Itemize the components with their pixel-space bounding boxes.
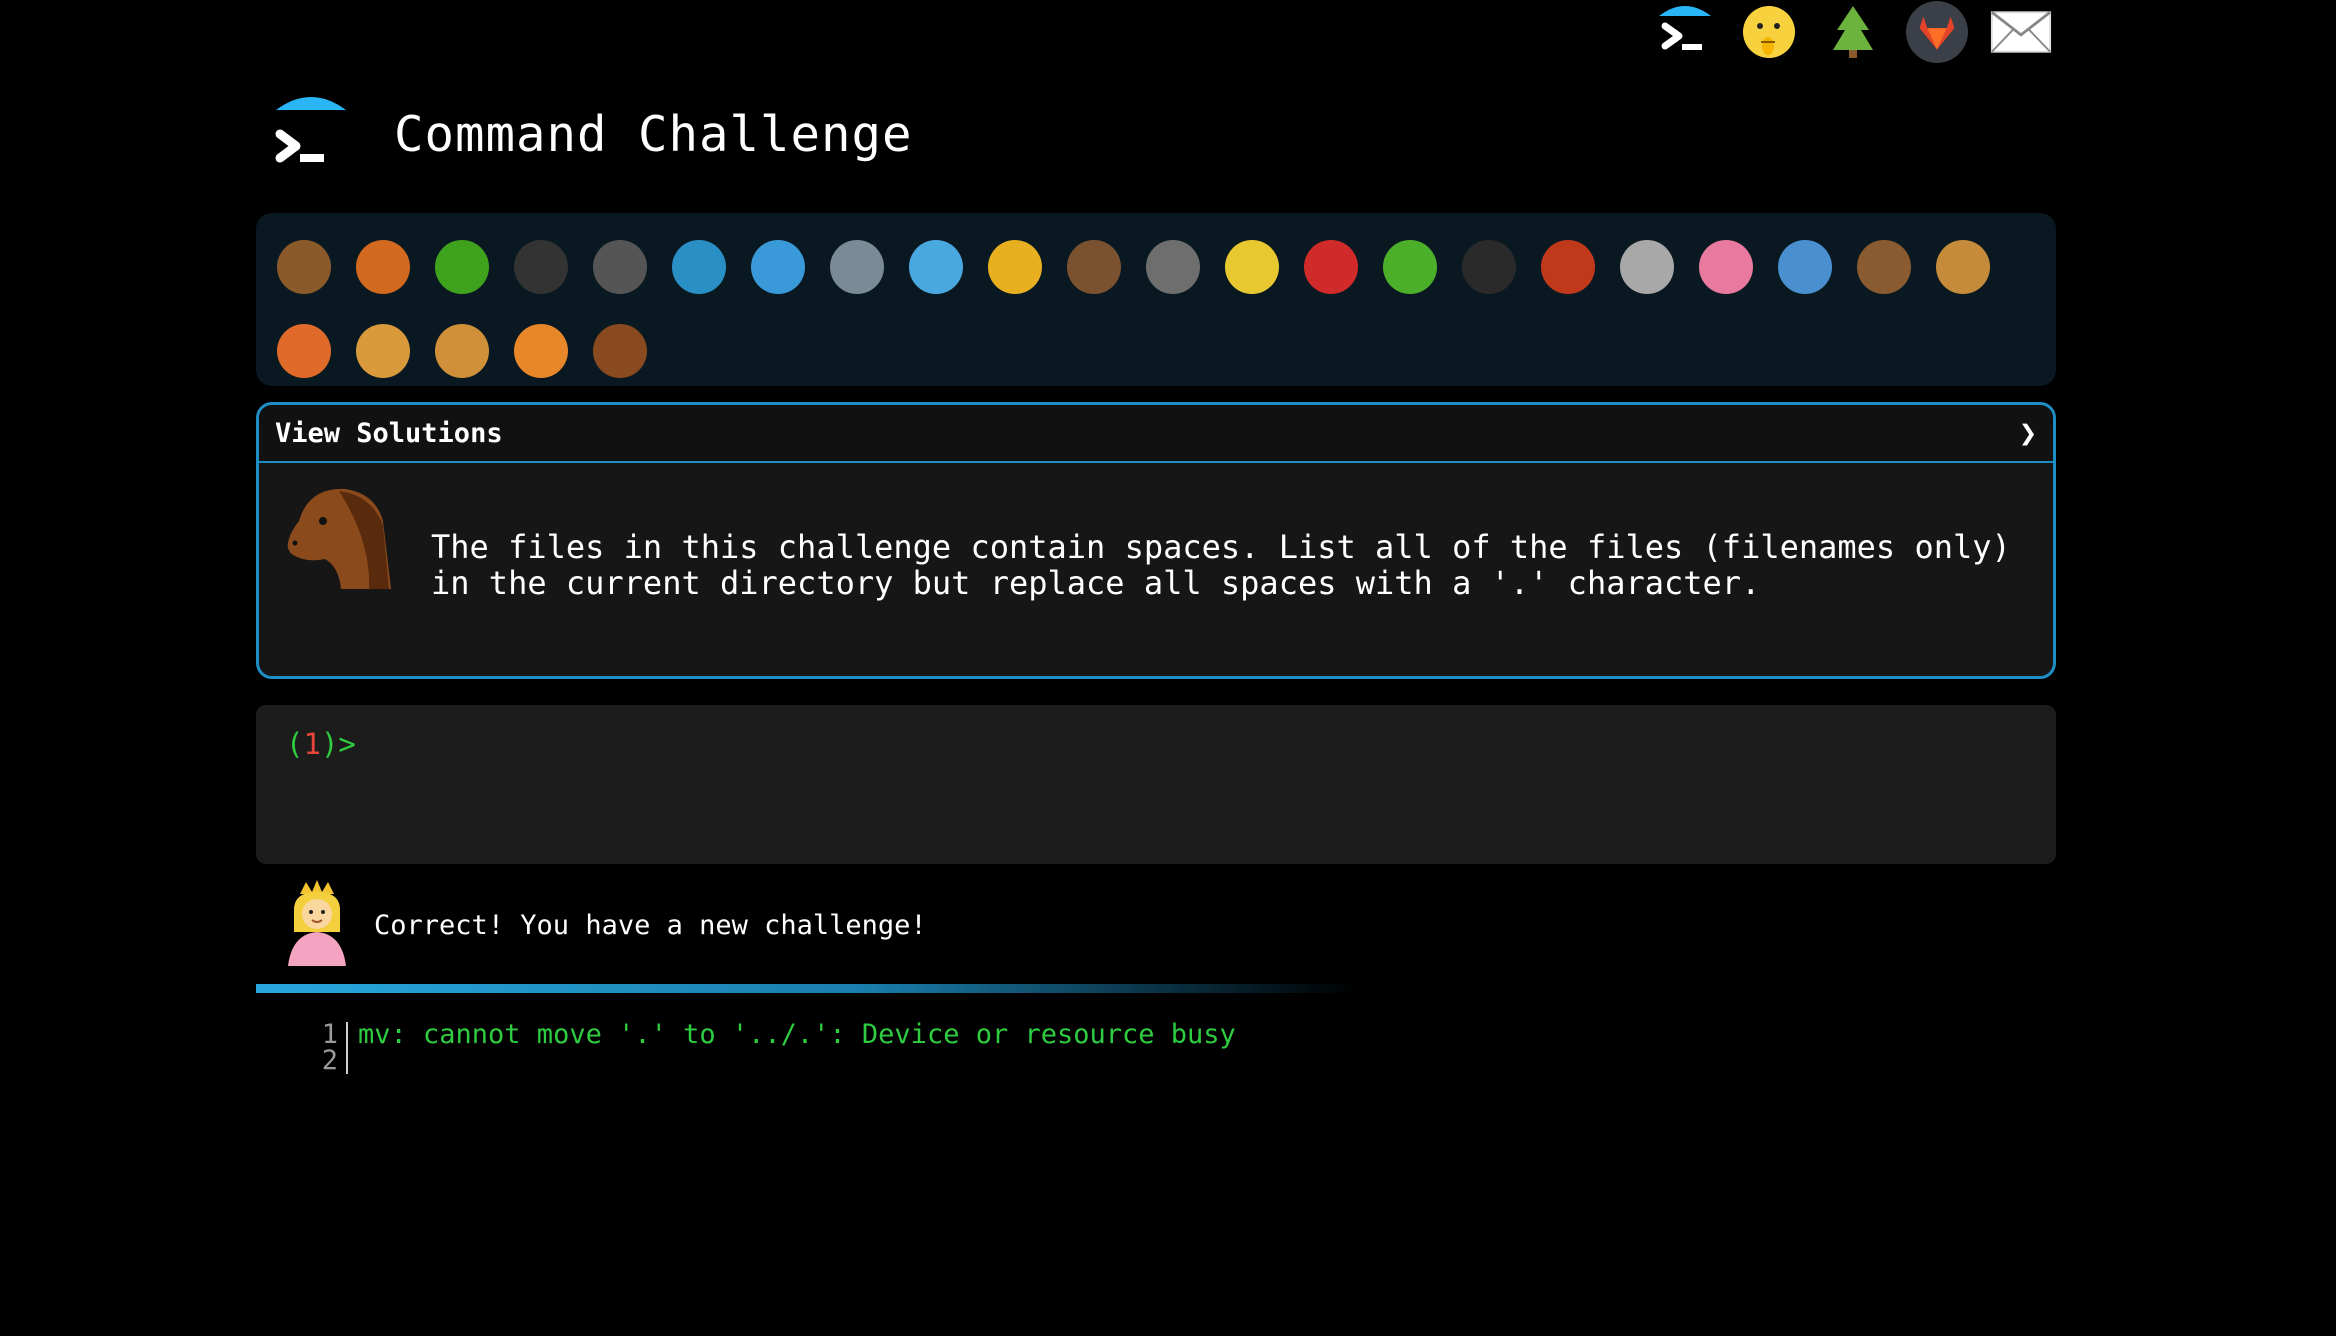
output-line: 1 mv: cannot move '.' to '../.': Device o… [300, 1019, 1236, 1050]
top-nav [1654, 0, 2052, 64]
horse-shape [592, 324, 647, 378]
tropical-fish-icon[interactable] [975, 225, 1054, 309]
gitlab-icon[interactable] [1906, 1, 1968, 63]
spider-shape [1461, 240, 1516, 294]
output-line: 2 [300, 1047, 1236, 1074]
dog-icon[interactable] [1923, 225, 2002, 309]
butterfly-icon[interactable] [343, 225, 422, 309]
fly-icon[interactable] [1607, 225, 1686, 309]
command-output: 1 mv: cannot move '.' to '../.': Device o… [300, 1019, 1236, 1074]
dolphin-icon[interactable] [817, 225, 896, 309]
prompt-close: )> [320, 727, 356, 761]
page-title: Command Challenge [394, 105, 913, 163]
ladybug-shape [1303, 240, 1358, 294]
caterpillar-icon[interactable] [422, 225, 501, 309]
princess-icon [282, 880, 352, 970]
whale-icon[interactable] [659, 225, 738, 309]
lion-shape [434, 324, 489, 378]
tree-icon[interactable] [1822, 1, 1884, 63]
horse-icon [279, 481, 395, 597]
prompt-open: ( [286, 727, 304, 761]
ladybug-icon[interactable] [1291, 225, 1370, 309]
challenge-description: The files in this challenge contain spac… [259, 463, 2053, 676]
fox-icon[interactable] [264, 309, 343, 393]
fly-shape [1619, 240, 1674, 294]
hedgehog-icon[interactable] [1054, 225, 1133, 309]
fish-shape [908, 240, 963, 294]
scorpion-icon[interactable] [1528, 225, 1607, 309]
hedgehog-shape [1066, 240, 1121, 294]
result-message: Correct! You have a new challenge! [282, 880, 927, 970]
butterfly-shape [355, 240, 410, 294]
shark-icon[interactable] [738, 225, 817, 309]
ant-shape [513, 240, 568, 294]
worm-icon[interactable] [1686, 225, 1765, 309]
cat-icon[interactable] [343, 309, 422, 393]
tiger-shape [513, 324, 568, 378]
challenge-text: The files in this challenge contain spac… [431, 528, 2011, 602]
page: Command Challenge View Solutions ❯ The f… [0, 0, 2336, 1336]
snail-shape [276, 240, 331, 294]
whale-shape [671, 240, 726, 294]
grasshopper-icon[interactable] [1370, 225, 1449, 309]
terminal-umbrella-icon[interactable] [1654, 1, 1716, 63]
spider-web-icon[interactable] [580, 225, 659, 309]
line-text: mv: cannot move '.' to '../.': Device or… [358, 1019, 1236, 1050]
mail-icon[interactable] [1990, 1, 2052, 63]
fish-icon[interactable] [896, 225, 975, 309]
bee-shape [1224, 240, 1279, 294]
shushing-face-icon[interactable] [1738, 1, 1800, 63]
microbe-icon[interactable] [1765, 225, 1844, 309]
spider-web-shape [592, 240, 647, 294]
terminal-input-area[interactable]: (1)> [256, 705, 2056, 864]
logo-icon[interactable] [270, 92, 352, 176]
dolphin-shape [829, 240, 884, 294]
ant-icon[interactable] [501, 225, 580, 309]
fox-shape [276, 324, 331, 378]
chevron-right-icon: ❯ [2018, 415, 2037, 451]
message-text: Correct! You have a new challenge! [374, 909, 927, 941]
wolf-shape [1145, 240, 1200, 294]
view-solutions-toggle[interactable]: View Solutions ❯ [259, 405, 2053, 463]
tropical-fish-shape [987, 240, 1042, 294]
snail-icon[interactable] [264, 225, 343, 309]
solutions-panel: View Solutions ❯ The files in this chall… [256, 402, 2056, 679]
cat-shape [355, 324, 410, 378]
caterpillar-shape [434, 240, 489, 294]
header: Command Challenge [270, 92, 913, 176]
prompt: (1)> [286, 727, 356, 761]
challenge-palette [256, 213, 2056, 386]
monkey-shape [1856, 240, 1911, 294]
view-solutions-label: View Solutions [275, 417, 503, 449]
scorpion-shape [1540, 240, 1595, 294]
spider-icon[interactable] [1449, 225, 1528, 309]
microbe-shape [1777, 240, 1832, 294]
monkey-icon[interactable] [1844, 225, 1923, 309]
line-number: 2 [300, 1047, 348, 1074]
bee-icon[interactable] [1212, 225, 1291, 309]
prompt-number: 1 [303, 727, 321, 761]
shark-shape [750, 240, 805, 294]
worm-shape [1698, 240, 1753, 294]
grasshopper-shape [1382, 240, 1437, 294]
progress-bar [256, 984, 1356, 993]
horse-icon[interactable] [580, 309, 659, 393]
line-text [348, 1048, 358, 1074]
lion-icon[interactable] [422, 309, 501, 393]
tiger-icon[interactable] [501, 309, 580, 393]
wolf-icon[interactable] [1133, 225, 1212, 309]
dog-shape [1935, 240, 1990, 294]
